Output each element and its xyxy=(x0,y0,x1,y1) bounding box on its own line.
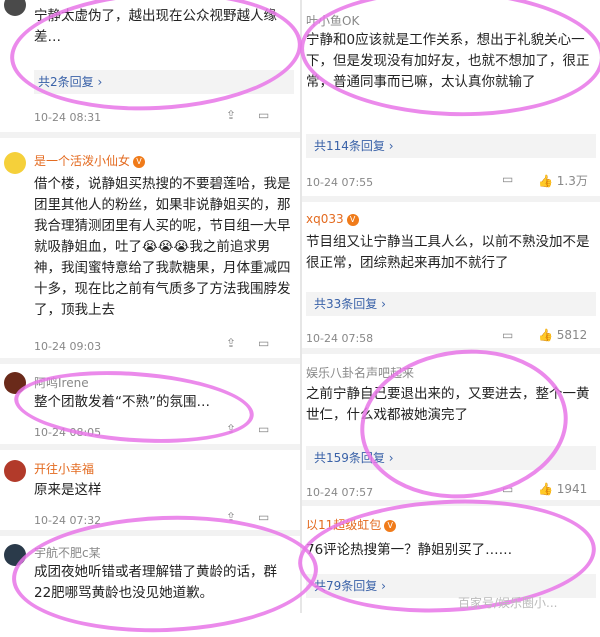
username[interactable]: 开往小幸福 xyxy=(34,460,94,477)
comment-text: 成团夜她听错或者理解错了黄龄的话，群22肥哪骂黄龄也没见她道歉。 xyxy=(34,564,277,601)
comment-icon[interactable]: ▭ xyxy=(258,510,269,524)
comment-icon[interactable]: ▭ xyxy=(502,172,513,186)
username[interactable]: 宇航不肥c某 xyxy=(34,544,101,561)
username-text: xq033 xyxy=(306,212,344,226)
comment-time: 10-24 07:32 xyxy=(34,514,102,527)
watermark: 百家号/娱乐圈小... xyxy=(458,596,558,610)
like-button[interactable]: 👍 1941 xyxy=(538,482,587,496)
avatar[interactable] xyxy=(4,372,26,394)
username-text: 是一个活泼小仙女 xyxy=(34,154,131,168)
avatar[interactable] xyxy=(4,460,26,482)
comment-time: 10-24 09:03 xyxy=(34,340,102,353)
comment-time: 10-24 07:57 xyxy=(306,486,374,499)
comment-item: 宁静太虚伪了，越出现在公众视野越人缘差… 共2条回复 › 10-24 08:31… xyxy=(0,0,300,132)
comment-text: 宁静太虚伪了，越出现在公众视野越人缘差… xyxy=(34,8,277,45)
comment-icon[interactable]: ▭ xyxy=(502,482,513,496)
vip-badge-icon: V xyxy=(384,519,397,532)
like-count: 1941 xyxy=(556,482,588,496)
comment-icon[interactable]: ▭ xyxy=(258,108,269,122)
comment-text: 原来是这样 xyxy=(34,482,102,498)
vip-badge-icon: V xyxy=(133,155,146,168)
comment-time: 10-24 08:31 xyxy=(34,111,102,124)
comment-time: 10-24 07:55 xyxy=(306,176,374,189)
comment-item: 开往小幸福 原来是这样 10-24 07:32 ⇪ ▭ xyxy=(0,444,300,536)
username-text: 以11超级虹包 xyxy=(306,518,382,532)
comment-item: 阿鸣Irene 整个团散发着“不熟”的氛围… 10-24 08:05 ⇪ ▭ xyxy=(0,358,300,450)
comment-item: 是一个活泼小仙女 V 借个楼，说静姐买热搜的不要碧莲哈，我是团里其他人的粉丝，如果… xyxy=(0,132,300,364)
comment-text: 借个楼，说静姐买热搜的不要碧莲哈，我是团里其他人的粉丝，如果非说静姐买的，那我合… xyxy=(34,176,291,318)
comment-time: 10-24 08:05 xyxy=(34,426,102,439)
comment-text: 之前宁静自己要退出来的，又要进去，整个一黄世仁，什么戏都被她演完了 xyxy=(306,386,590,423)
like-count: 5812 xyxy=(556,328,588,342)
avatar[interactable] xyxy=(4,544,26,566)
avatar[interactable] xyxy=(4,152,26,174)
comment-text: 宁静和0应该就是工作关系，想出于礼貌关心一下，但是发现没有加好友，也就不想加了，… xyxy=(306,32,590,90)
comment-text: 76评论热搜第一？静姐别买了…… xyxy=(306,542,513,558)
view-replies-link[interactable]: 共159条回复 › xyxy=(306,446,596,470)
username[interactable]: 以11超级虹包 V xyxy=(306,516,397,533)
username[interactable]: 阿鸣Irene xyxy=(34,374,89,391)
share-icon[interactable]: ⇪ xyxy=(226,108,236,122)
view-replies-link[interactable]: 共33条回复 › xyxy=(306,292,596,316)
vip-badge-icon: V xyxy=(346,213,359,226)
share-icon[interactable]: ⇪ xyxy=(226,422,236,436)
like-button[interactable]: 👍 5812 xyxy=(538,328,587,342)
comment-text: 整个团散发着“不熟”的氛围… xyxy=(34,394,210,410)
username[interactable]: 娱乐八卦名声吧起来 xyxy=(306,364,414,381)
share-icon[interactable]: ⇪ xyxy=(226,510,236,524)
comment-icon[interactable]: ▭ xyxy=(258,422,269,436)
comment-item: 宇航不肥c某 成团夜她听错或者理解错了黄龄的话，群22肥哪骂黄龄也没见她道歉。 xyxy=(0,530,300,613)
view-replies-link[interactable]: 共114条回复 › xyxy=(306,134,596,158)
comment-item: xq033 V 节目组又让宁静当工具人么，以前不熟没加不是很正常，团综熟起来再加不… xyxy=(302,196,600,354)
comment-item: 娱乐八卦名声吧起来 之前宁静自己要退出来的，又要进去，整个一黄世仁，什么戏都被她… xyxy=(302,348,600,506)
like-button[interactable]: 👍 1.3万 xyxy=(538,172,588,189)
username[interactable]: 叶小鱼OK xyxy=(306,12,359,29)
comment-icon[interactable]: ▭ xyxy=(258,336,269,350)
comment-column-left: 宁静太虚伪了，越出现在公众视野越人缘差… 共2条回复 › 10-24 08:31… xyxy=(0,0,300,613)
like-count: 1.3万 xyxy=(556,174,588,188)
comment-time: 10-24 07:58 xyxy=(306,332,374,345)
share-icon[interactable]: ⇪ xyxy=(226,336,236,350)
comment-column-right: 叶小鱼OK 宁静和0应该就是工作关系，想出于礼貌关心一下，但是发现没有加好友，也… xyxy=(302,0,600,613)
comment-item: 叶小鱼OK 宁静和0应该就是工作关系，想出于礼貌关心一下，但是发现没有加好友，也… xyxy=(302,0,600,196)
username[interactable]: xq033 V xyxy=(306,212,359,226)
avatar[interactable] xyxy=(4,0,26,16)
view-replies-link[interactable]: 共2条回复 › xyxy=(34,70,294,94)
username[interactable]: 是一个活泼小仙女 V xyxy=(34,152,146,169)
comment-text: 节目组又让宁静当工具人么，以前不熟没加不是很正常，团综熟起来再加不就行了 xyxy=(306,234,590,271)
comment-icon[interactable]: ▭ xyxy=(502,328,513,342)
